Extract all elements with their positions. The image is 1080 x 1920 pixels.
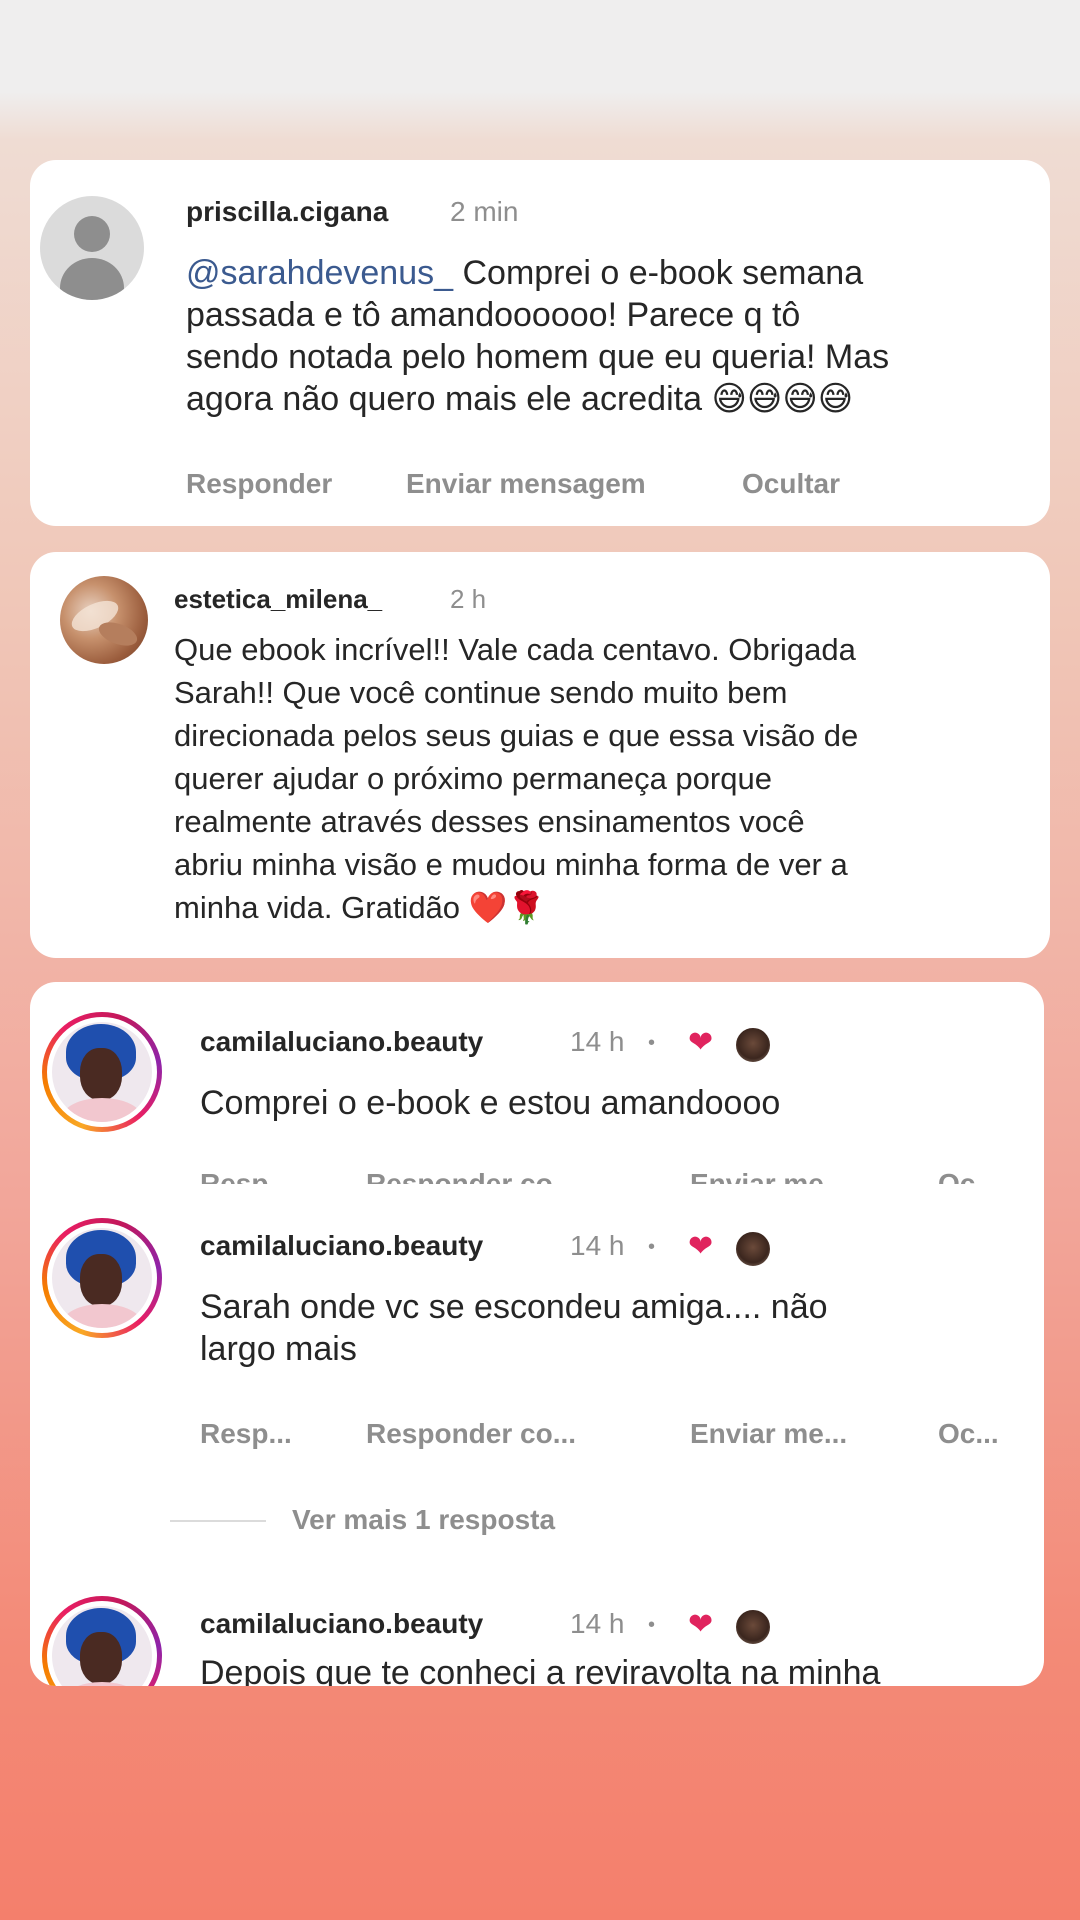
comment-card-1: priscilla.cigana 2 min @sarahdevenus_ Co… [30, 160, 1050, 526]
heart-icon[interactable]: ❤ [688, 1610, 713, 1640]
separator-dot: • [648, 1032, 656, 1054]
comment-text: Comprei o e-book e estou amandoooo [200, 1084, 781, 1122]
comment-text: Depois que te conheci a reviravolta na m… [200, 1654, 881, 1686]
comment-time: 14 h [570, 1608, 625, 1639]
comment-username[interactable]: camilaluciano.beauty [200, 1230, 483, 1262]
send-message-button[interactable]: Enviar me... [690, 1418, 847, 1450]
comment-time: 14 h [570, 1026, 625, 1057]
comment-username[interactable]: estetica_milena_ [174, 584, 382, 615]
hide-button[interactable]: Ocultar [742, 468, 840, 500]
comment-text: Sarah onde vc se escondeu amiga.... não … [200, 1288, 828, 1368]
comment-text: Que ebook incrível!! Vale cada centavo. … [174, 632, 859, 925]
liker-avatar [734, 1608, 772, 1646]
comment-time: 2 h [450, 584, 487, 614]
comment-time: 2 min [450, 196, 519, 227]
avatar[interactable] [42, 1218, 162, 1338]
reply-button[interactable]: Resp... [200, 1418, 292, 1450]
separator-dot: • [648, 1614, 656, 1636]
heart-icon[interactable]: ❤ [688, 1028, 713, 1058]
view-more-replies-button[interactable]: Ver mais 1 resposta [292, 1504, 555, 1536]
avatar-default-icon[interactable] [40, 196, 144, 300]
avatar[interactable] [42, 1012, 162, 1132]
comment-username[interactable]: camilaluciano.beauty [200, 1026, 483, 1058]
comment-card-4: camilaluciano.beauty 14 h • ❤ Sarah onde… [30, 1184, 1044, 1686]
reply-button[interactable]: Responder [186, 468, 332, 500]
avatar[interactable] [60, 576, 148, 664]
comment-card-2: estetica_milena_ 2 h Que ebook incrível!… [30, 552, 1050, 958]
comment-time: 14 h [570, 1230, 625, 1261]
mention-link[interactable]: @sarahdevenus_ [186, 254, 453, 292]
send-message-button[interactable]: Enviar mensagem [406, 468, 646, 500]
liker-avatar [734, 1026, 772, 1064]
heart-icon[interactable]: ❤ [688, 1232, 713, 1262]
avatar[interactable] [42, 1596, 162, 1686]
comment-username[interactable]: camilaluciano.beauty [200, 1608, 483, 1640]
comment-text: @sarahdevenus_ Comprei o e-book semana p… [186, 254, 890, 418]
comment-username[interactable]: priscilla.cigana [186, 196, 388, 228]
hide-button[interactable]: Oc... [938, 1418, 999, 1450]
separator-dot: • [648, 1236, 656, 1258]
liker-avatar [734, 1230, 772, 1268]
reply-with-button[interactable]: Responder co... [366, 1418, 576, 1450]
replies-divider [170, 1520, 266, 1522]
